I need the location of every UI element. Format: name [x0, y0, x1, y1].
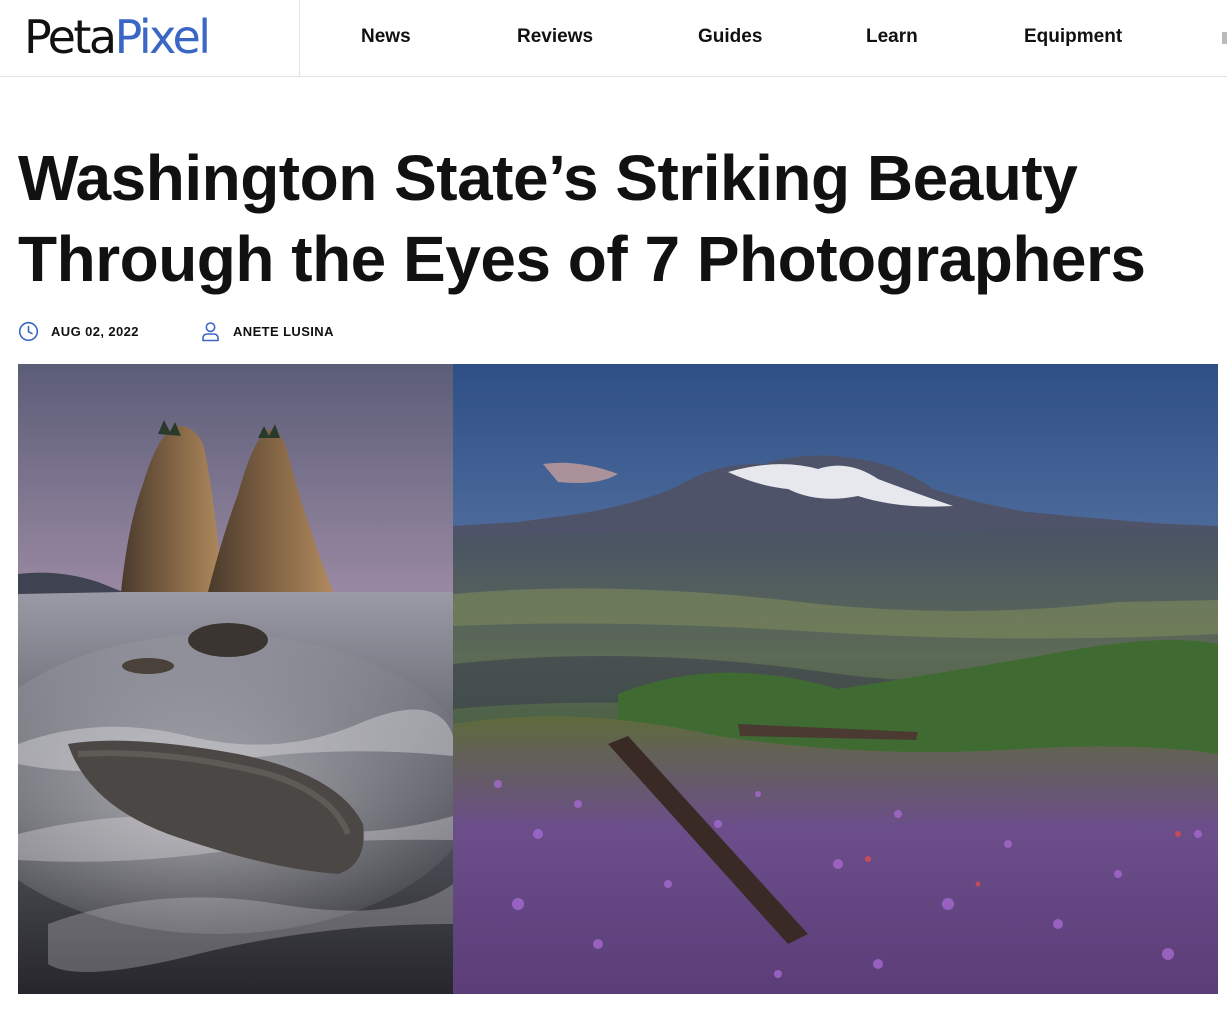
- user-icon: [200, 321, 221, 342]
- nav-item-equipment[interactable]: Equipment: [1024, 26, 1122, 48]
- title-line-1: Washington State’s Striking Beauty: [18, 142, 1078, 214]
- clock-icon: [18, 321, 39, 342]
- petapixel-logo[interactable]: PetaPixel: [24, 10, 211, 64]
- author-name[interactable]: ANETE LUSINA: [233, 324, 334, 339]
- title-line-2: Through the Eyes of 7 Photographers: [18, 223, 1146, 295]
- article-date: AUG 02, 2022: [18, 320, 139, 342]
- article-author[interactable]: ANETE LUSINA: [200, 320, 334, 342]
- nav-item-reviews[interactable]: Reviews: [517, 26, 593, 48]
- nav-item-guides[interactable]: Guides: [698, 26, 762, 48]
- hero-image: [18, 364, 1218, 994]
- nav-overflow-item[interactable]: [1222, 32, 1227, 44]
- logo-peta: Peta: [24, 10, 117, 64]
- logo-pixel: Pixel: [114, 10, 211, 64]
- logo-container: PetaPixel: [0, 0, 300, 77]
- article-title: Washington State’s Striking Beauty Throug…: [18, 138, 1208, 300]
- date-text: AUG 02, 2022: [51, 323, 139, 339]
- nav-item-learn[interactable]: Learn: [866, 26, 918, 48]
- nav-item-news[interactable]: News: [361, 26, 411, 48]
- site-header: PetaPixel News Reviews Guides Learn Equi…: [0, 0, 1227, 77]
